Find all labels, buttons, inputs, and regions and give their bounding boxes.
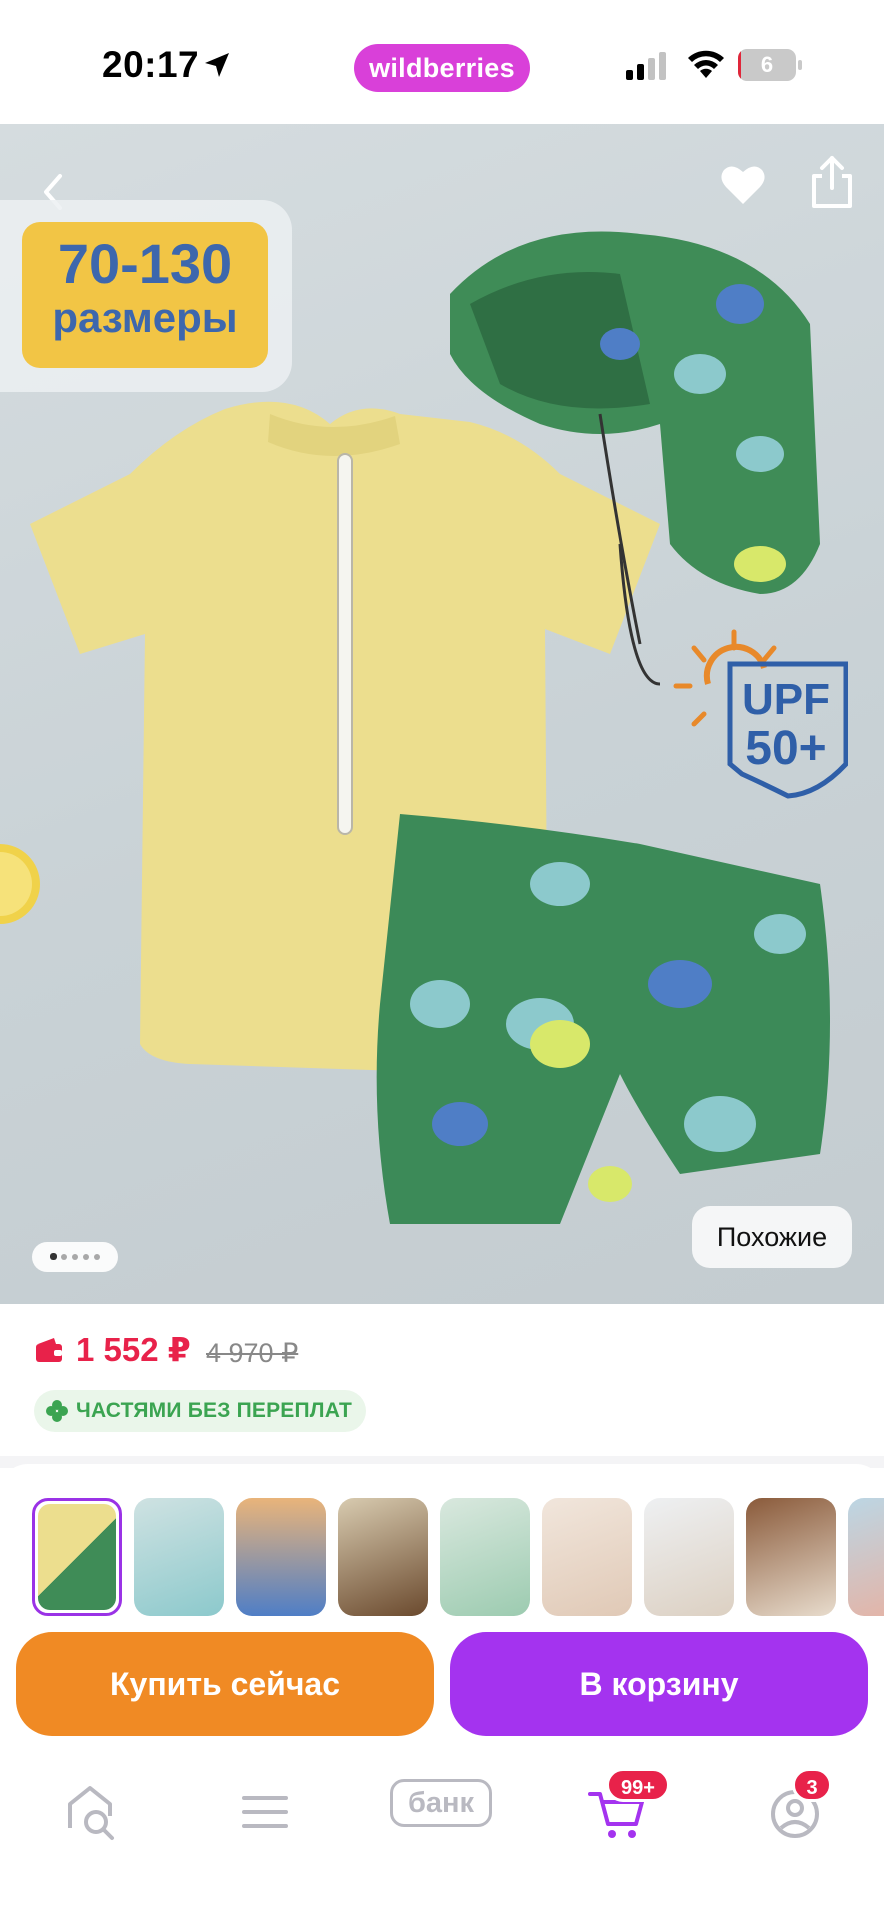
size-label: размеры (52, 294, 238, 341)
brand-logo: wildberries (354, 44, 530, 92)
thumbnail-item[interactable] (236, 1498, 326, 1616)
thumbnail-item[interactable] (542, 1498, 632, 1616)
old-price: 4 970 ₽ (206, 1338, 299, 1368)
size-range: 70-130 (57, 232, 233, 295)
status-bar: 20:17 wildberries 6 (0, 0, 884, 124)
battery-icon: 6 (738, 49, 802, 81)
bank-tab[interactable]: банк (390, 1779, 492, 1827)
size-range-badge: 70-130 размеры (0, 200, 292, 392)
thumbnail-item[interactable] (848, 1498, 884, 1616)
gallery-dot (50, 1253, 57, 1260)
status-time: 20:17 (102, 44, 200, 85)
thumbnail-strip[interactable] (0, 1464, 884, 1624)
location-arrow-icon (205, 53, 229, 77)
gallery-dot (83, 1254, 89, 1260)
upf-sun-badge: UPF 50+ (673, 629, 848, 799)
similar-button[interactable]: Похожие (692, 1206, 852, 1268)
upf-line2: 50+ (745, 722, 826, 775)
buy-now-button[interactable]: Купить сейчас (16, 1632, 434, 1736)
product-page: 20:17 wildberries 6 70-130 размеры UPF 5… (0, 0, 884, 1920)
current-price: 1 552 ₽ (76, 1331, 191, 1368)
thumbnail-item[interactable] (338, 1498, 428, 1616)
thumbnail-item[interactable] (134, 1498, 224, 1616)
heart-icon[interactable] (718, 160, 768, 210)
battery-level: 6 (760, 52, 774, 77)
price-section: 1 552 ₽ 4 970 ₽ ЧАСТЯМИ БЕЗ ПЕРЕПЛАТ (0, 1304, 884, 1456)
clover-icon (46, 1400, 68, 1422)
add-to-cart-button[interactable]: В корзину (450, 1632, 868, 1736)
home-search-icon[interactable] (56, 1776, 126, 1846)
product-image-gallery[interactable]: 70-130 размеры UPF 50+ Похожие (0, 124, 884, 1304)
thumbnail-item[interactable] (32, 1498, 122, 1616)
profile-badge: 3 (792, 1768, 832, 1802)
gallery-dot (72, 1254, 78, 1260)
wallet-icon (36, 1338, 62, 1362)
gallery-page-indicator (32, 1242, 118, 1272)
installment-label: ЧАСТЯМИ БЕЗ ПЕРЕПЛАТ (76, 1399, 353, 1422)
cart-badge: 99+ (606, 1768, 670, 1802)
gallery-dot (61, 1254, 67, 1260)
bottom-tab-bar: банк 99+ 3 (0, 1740, 884, 1920)
wifi-icon (688, 50, 724, 78)
thumbnail-item[interactable] (440, 1498, 530, 1616)
thumbnail-item[interactable] (746, 1498, 836, 1616)
share-icon[interactable] (806, 154, 858, 212)
catalog-menu-icon[interactable] (230, 1776, 300, 1846)
upf-line1: UPF (742, 675, 830, 724)
cellular-signal-icon (626, 52, 666, 80)
installment-badge[interactable]: ЧАСТЯМИ БЕЗ ПЕРЕПЛАТ (34, 1390, 367, 1432)
thumbnail-item[interactable] (644, 1498, 734, 1616)
gallery-dot (94, 1254, 100, 1260)
